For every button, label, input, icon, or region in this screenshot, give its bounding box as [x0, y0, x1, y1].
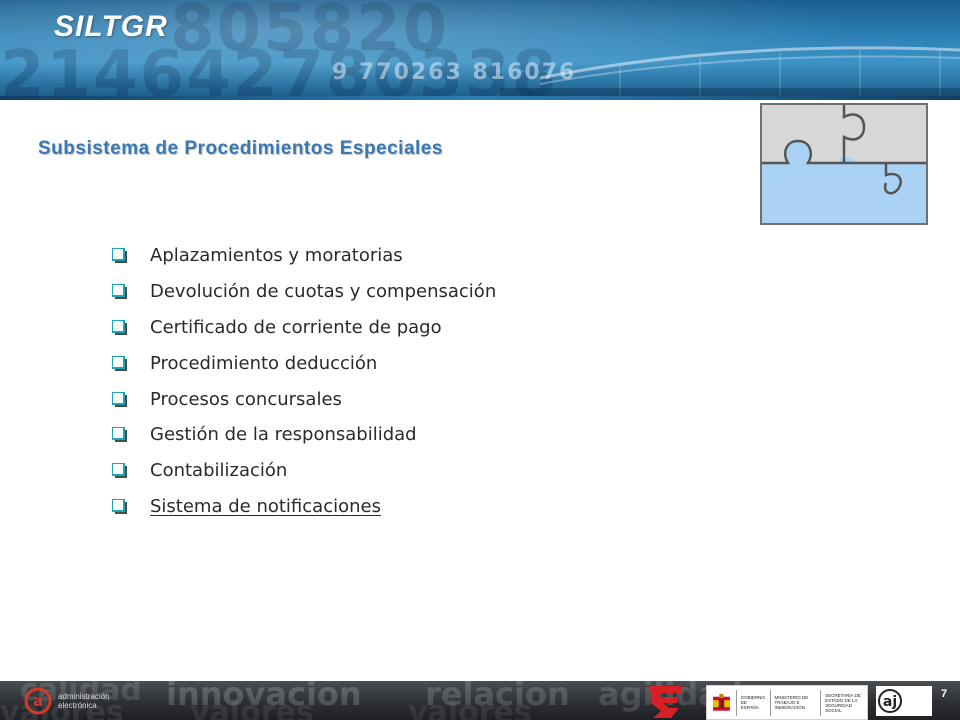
- checkbox-bullet-icon: [112, 496, 150, 516]
- administracion-electronica-logo: a administración electrónica: [24, 686, 124, 716]
- list-item-label: Procesos concursales: [150, 388, 342, 410]
- aj-logo: aj: [876, 686, 932, 716]
- list-item: Procesos concursales: [112, 381, 496, 417]
- checkbox-bullet-icon: [112, 246, 150, 266]
- checkbox-bullet-icon: [112, 461, 150, 481]
- puzzle-icon: [760, 103, 928, 225]
- svg-text:a: a: [33, 692, 43, 710]
- svg-text:aj: aj: [883, 694, 897, 710]
- aj-mark-icon: aj: [878, 689, 902, 713]
- list-item-label: Certificado de corriente de pago: [150, 316, 442, 338]
- gobierno-espana-logo: Gobierno de España Ministerio de Trabajo…: [706, 685, 868, 720]
- list-item-label: Contabilización: [150, 460, 288, 482]
- list-item: Gestión de la responsabilidad: [112, 417, 496, 453]
- list-item: Aplazamientos y moratorias: [112, 238, 496, 274]
- at-sign-icon: a: [24, 687, 52, 715]
- footer-decor-word: valores: [190, 695, 314, 720]
- list-item: Devolución de cuotas y compensación: [112, 274, 496, 310]
- notifications-link[interactable]: Sistema de notificaciones: [150, 496, 381, 517]
- checkbox-bullet-icon: [112, 317, 150, 337]
- list-item-label: Devolución de cuotas y compensación: [150, 281, 497, 303]
- red-emblem-logo: [649, 686, 681, 718]
- footer-decor-word: valores: [408, 695, 532, 720]
- section-subtitle: Subsistema de Procedimientos Especiales: [38, 138, 443, 159]
- checkbox-bullet-icon: [112, 425, 150, 445]
- page-title: SILTGR: [54, 10, 168, 43]
- list-item-label: Procedimiento deducción: [150, 352, 378, 374]
- page-number: 7: [940, 688, 948, 700]
- list-item: Procedimiento deducción: [112, 345, 496, 381]
- list-item: Contabilización: [112, 453, 496, 489]
- procedure-list: Aplazamientos y moratorias Devolución de…: [112, 238, 496, 524]
- list-item-label: Gestión de la responsabilidad: [150, 424, 417, 446]
- checkbox-bullet-icon: [112, 282, 150, 302]
- checkbox-bullet-icon: [112, 389, 150, 409]
- checkbox-bullet-icon: [112, 353, 150, 373]
- list-item-label: Aplazamientos y moratorias: [150, 245, 403, 267]
- coat-of-arms-icon: [713, 693, 730, 711]
- list-item: Certificado de corriente de pago: [112, 310, 496, 346]
- list-item: Sistema de notificaciones: [112, 489, 496, 525]
- header-bottom-bar: [0, 96, 960, 100]
